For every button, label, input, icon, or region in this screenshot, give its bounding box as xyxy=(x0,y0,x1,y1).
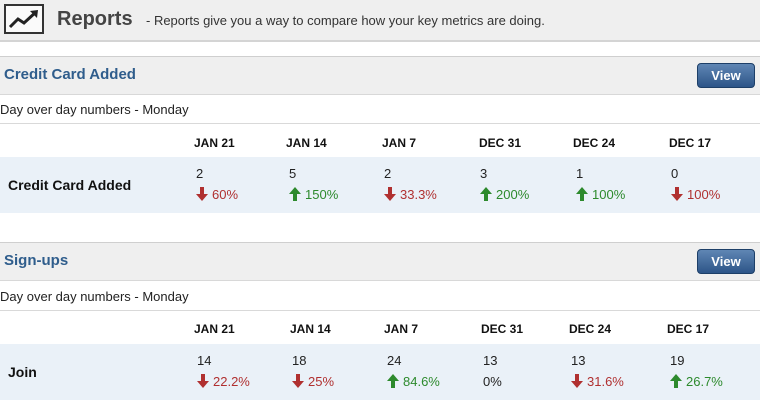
column-header: JAN 7 xyxy=(384,322,419,336)
arrow-up-icon xyxy=(289,187,301,201)
column-header: DEC 31 xyxy=(479,136,522,150)
column-header: DEC 17 xyxy=(667,322,710,336)
reports-chart-icon xyxy=(4,4,44,34)
metric-cell: 13 0% xyxy=(483,353,573,393)
arrow-up-icon xyxy=(480,187,492,201)
report-subtitle: Day over day numbers - Monday xyxy=(0,282,760,311)
arrow-up-icon xyxy=(387,374,399,388)
page-title: Reports xyxy=(57,8,133,30)
metric-cell: 2 60% xyxy=(196,166,286,206)
arrow-up-icon xyxy=(576,187,588,201)
metric-change: 33.3% xyxy=(384,187,437,202)
column-header: JAN 7 xyxy=(382,136,417,150)
metric-cell: 13 31.6% xyxy=(571,353,661,393)
arrow-down-icon xyxy=(671,187,683,201)
metric-cell: 1 100% xyxy=(576,166,666,206)
arrow-down-icon xyxy=(571,374,583,388)
report-title[interactable]: Credit Card Added xyxy=(4,66,136,83)
metric-value: 19 xyxy=(670,353,685,368)
arrow-down-icon xyxy=(292,374,304,388)
column-header: JAN 21 xyxy=(194,136,235,150)
metric-change: 60% xyxy=(196,187,238,202)
metric-value: 18 xyxy=(292,353,307,368)
metric-cell: 5 150% xyxy=(289,166,379,206)
view-button[interactable]: View xyxy=(697,249,755,274)
metric-change: 31.6% xyxy=(571,374,624,389)
change-percent: 100% xyxy=(687,187,721,202)
metric-value: 13 xyxy=(483,353,498,368)
metric-value: 14 xyxy=(197,353,212,368)
change-percent: 200% xyxy=(496,187,530,202)
metric-value: 2 xyxy=(196,166,204,181)
column-header: DEC 24 xyxy=(569,322,612,336)
metric-value: 0 xyxy=(671,166,679,181)
metric-value: 3 xyxy=(480,166,488,181)
row-label: Credit Card Added xyxy=(8,177,132,193)
metric-cell: 3 200% xyxy=(480,166,570,206)
metric-value: 13 xyxy=(571,353,586,368)
metric-change: 26.7% xyxy=(670,374,723,389)
report-header-credit-card: Credit Card Added View xyxy=(0,56,760,95)
column-header: DEC 17 xyxy=(669,136,712,150)
table-row: Credit Card Added 2 60% 5 150% 2 33.3% 3 200… xyxy=(0,157,760,213)
column-header: DEC 31 xyxy=(481,322,524,336)
report-header-sign-ups: Sign-ups View xyxy=(0,242,760,281)
metric-change: 100% xyxy=(576,187,625,202)
column-header: JAN 14 xyxy=(290,322,331,336)
metric-value: 5 xyxy=(289,166,297,181)
table-row: Join 14 22.2% 18 25% 24 84.6% 13 0% 13 31.6% … xyxy=(0,344,760,400)
page-description: - Reports give you a way to compare how … xyxy=(146,13,545,28)
metric-cell: 0 100% xyxy=(671,166,760,206)
metric-change: 84.6% xyxy=(387,374,440,389)
metric-value: 2 xyxy=(384,166,392,181)
metric-change: 150% xyxy=(289,187,338,202)
arrow-down-icon xyxy=(196,187,208,201)
metric-change: 22.2% xyxy=(197,374,250,389)
change-percent: 84.6% xyxy=(403,374,440,389)
arrow-down-icon xyxy=(197,374,209,388)
metric-cell: 19 26.7% xyxy=(670,353,760,393)
report-subtitle: Day over day numbers - Monday xyxy=(0,95,760,124)
metric-cell: 2 33.3% xyxy=(384,166,474,206)
arrow-down-icon xyxy=(384,187,396,201)
view-button[interactable]: View xyxy=(697,63,755,88)
change-percent: 100% xyxy=(592,187,626,202)
metric-cell: 18 25% xyxy=(292,353,382,393)
metric-value: 24 xyxy=(387,353,402,368)
metric-change: 0% xyxy=(483,374,502,389)
page-header: Reports - Reports give you a way to comp… xyxy=(0,0,760,42)
change-percent: 0% xyxy=(483,374,502,389)
metric-change: 25% xyxy=(292,374,334,389)
arrow-up-icon xyxy=(670,374,682,388)
change-percent: 26.7% xyxy=(686,374,723,389)
metric-cell: 24 84.6% xyxy=(387,353,477,393)
change-percent: 60% xyxy=(212,187,239,202)
column-header: JAN 14 xyxy=(286,136,327,150)
metric-value: 1 xyxy=(576,166,584,181)
metric-change: 200% xyxy=(480,187,529,202)
change-percent: 31.6% xyxy=(587,374,624,389)
column-header: DEC 24 xyxy=(573,136,616,150)
change-percent: 22.2% xyxy=(213,374,250,389)
metric-change: 100% xyxy=(671,187,720,202)
column-header: JAN 21 xyxy=(194,322,235,336)
change-percent: 25% xyxy=(308,374,335,389)
report-title[interactable]: Sign-ups xyxy=(4,252,68,269)
change-percent: 33.3% xyxy=(400,187,437,202)
metric-cell: 14 22.2% xyxy=(197,353,287,393)
change-percent: 150% xyxy=(305,187,339,202)
row-label: Join xyxy=(8,364,37,380)
